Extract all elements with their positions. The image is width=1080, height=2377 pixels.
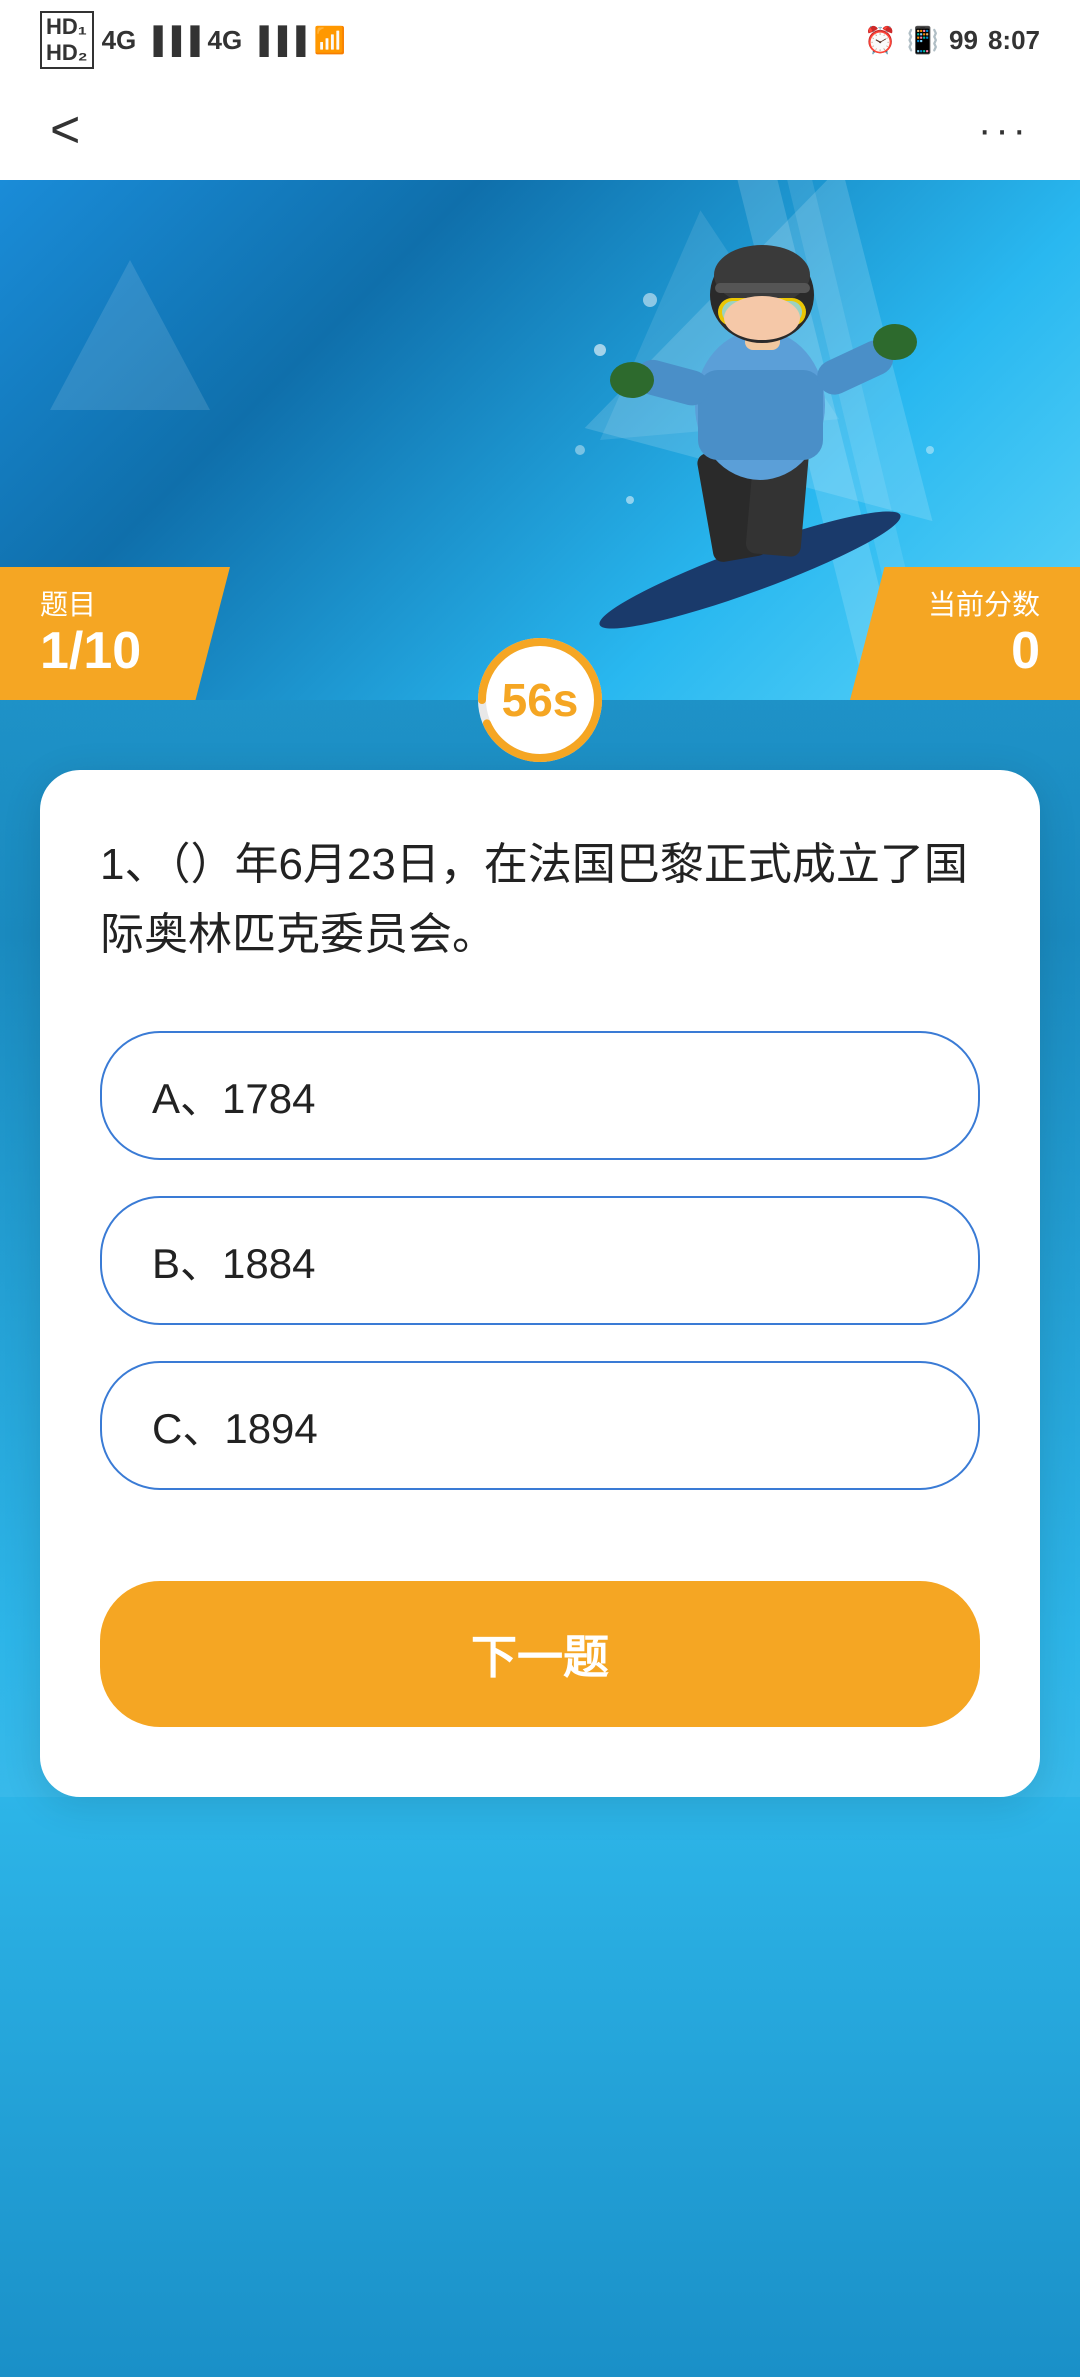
signal-4g-1: 4G	[102, 25, 137, 56]
status-bar: HD₁HD₂ 4G ▐▐▐ 4G ▐▐▐ 📶 ⏰ 📳 99 8:07	[0, 0, 1080, 80]
next-question-button[interactable]: 下一题	[100, 1581, 980, 1727]
question-label: 题目	[40, 583, 190, 623]
score-label: 当前分数	[890, 583, 1040, 623]
question-number: 1、	[100, 840, 168, 889]
hero-banner: 题目 1/10 当前分数 0	[0, 180, 1080, 700]
status-right-icons: ⏰ 📳 99 8:07	[864, 25, 1040, 56]
wifi-icon: 📶	[313, 25, 345, 56]
hd-icon: HD₁HD₂	[40, 11, 94, 69]
timer-circle: 56s	[470, 630, 610, 770]
option-b[interactable]: B、1884	[100, 1196, 980, 1325]
timer-wrapper: 56s	[0, 630, 1080, 770]
signal-bars-1: ▐▐▐	[144, 25, 199, 56]
option-c[interactable]: C、1894	[100, 1361, 980, 1490]
status-left-icons: HD₁HD₂ 4G ▐▐▐ 4G ▐▐▐ 📶	[40, 11, 346, 69]
triangle-decoration-3	[50, 260, 210, 410]
vibrate-icon: 📳	[907, 25, 939, 56]
nav-bar: < ···	[0, 80, 1080, 180]
time-display: 8:07	[988, 25, 1040, 56]
timer-text: 56s	[502, 673, 579, 727]
alarm-icon: ⏰	[864, 25, 896, 56]
back-button[interactable]: <	[50, 104, 80, 156]
bottom-area	[0, 1797, 1080, 2377]
quiz-card: 1、（）年6月23日，在法国巴黎正式成立了国际奥林匹克委员会。 A、1784 B…	[40, 770, 1040, 1797]
question-text: 1、（）年6月23日，在法国巴黎正式成立了国际奥林匹克委员会。	[100, 830, 980, 971]
signal-bars-2: ▐▐▐	[250, 25, 305, 56]
battery-level: 99	[949, 25, 978, 56]
option-a[interactable]: A、1784	[100, 1031, 980, 1160]
question-body: （）年6月23日，在法国巴黎正式成立了国际奥林匹克委员会。	[100, 840, 968, 959]
more-button[interactable]: ···	[978, 108, 1030, 153]
signal-4g-2: 4G	[208, 25, 243, 56]
